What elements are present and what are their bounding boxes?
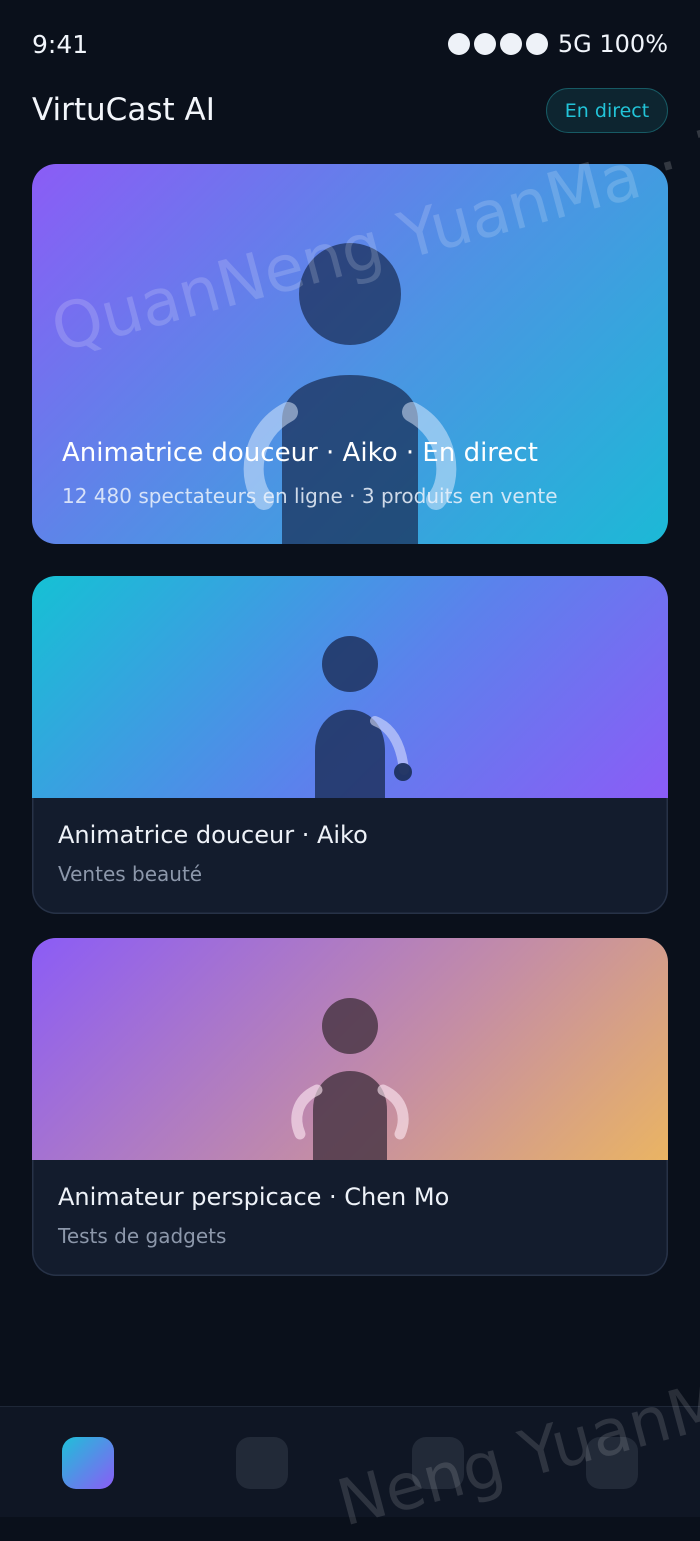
hero-subtitle: 12 480 spectateurs en ligne · 3 produits…	[62, 484, 558, 508]
signal-dot-icon	[473, 33, 496, 55]
status-indicators: 5G 100%	[447, 30, 668, 58]
app-title: VirtuCast AI	[32, 92, 215, 128]
host-banner	[32, 938, 668, 1160]
host-title: Animateur perspicace · Chen Mo	[58, 1183, 450, 1211]
signal-dot-icon	[499, 33, 522, 55]
signal-dot-icon	[525, 33, 548, 55]
nav-icon-2[interactable]	[236, 1437, 288, 1489]
host-avatar-illustration	[291, 998, 409, 1160]
hero-title: Animatrice douceur · Aiko · En direct	[62, 438, 538, 468]
nav-icon-3[interactable]	[412, 1437, 464, 1489]
host-banner	[32, 576, 668, 798]
nav-icon-4[interactable]	[586, 1437, 638, 1489]
signal-dot-icon	[447, 33, 470, 55]
host-subtitle: Ventes beauté	[58, 862, 203, 886]
live-button[interactable]: En direct	[546, 88, 668, 133]
bottom-nav	[0, 1406, 700, 1517]
network-battery-text: 5G 100%	[557, 30, 668, 58]
host-card[interactable]: Animatrice douceur · Aiko Ventes beauté	[32, 576, 668, 914]
host-title: Animatrice douceur · Aiko	[58, 821, 368, 849]
status-bar: 9:41 5G 100%	[0, 0, 700, 90]
host-avatar-illustration	[315, 636, 412, 798]
host-subtitle: Tests de gadgets	[58, 1224, 227, 1248]
home-icon[interactable]	[62, 1437, 114, 1489]
host-card[interactable]: Animateur perspicace · Chen Mo Tests de …	[32, 938, 668, 1276]
status-time: 9:41	[32, 30, 89, 59]
hero-live-card[interactable]: Animatrice douceur · Aiko · En direct 12…	[32, 164, 668, 544]
